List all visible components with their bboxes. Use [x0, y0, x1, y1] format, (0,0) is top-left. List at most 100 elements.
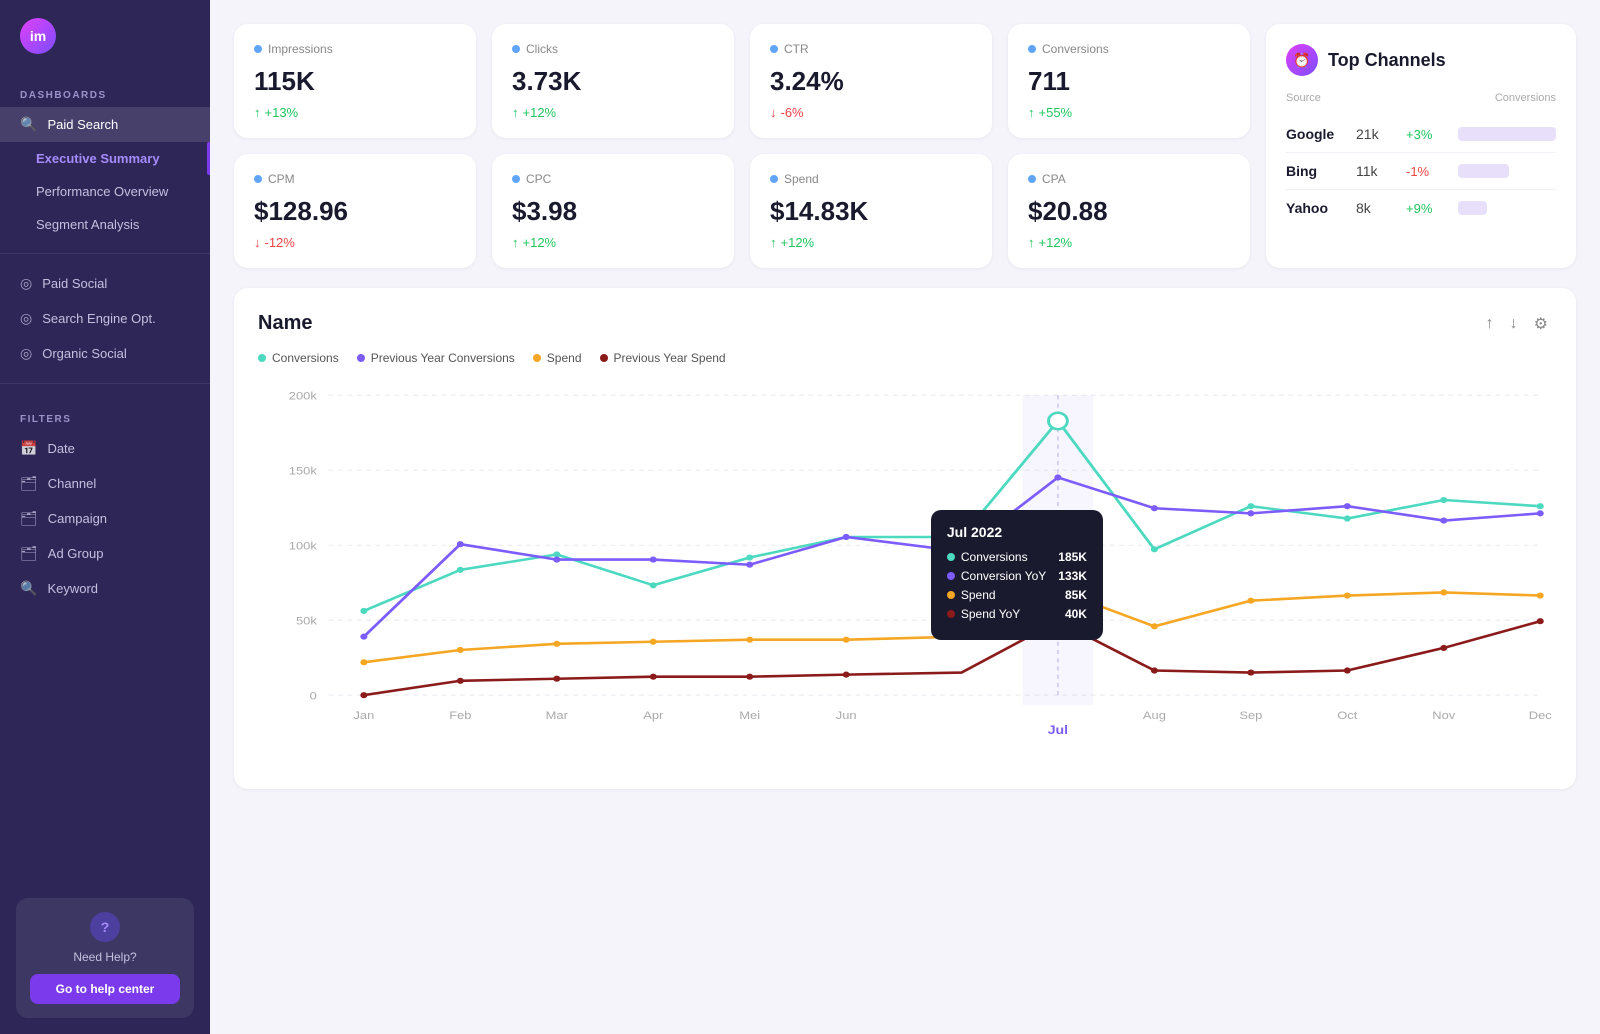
channel-row-yahoo: Yahoo 8k +9%: [1286, 190, 1556, 226]
channel-count: 11k: [1356, 163, 1396, 179]
ctr-value: 3.24%: [770, 66, 972, 97]
filter-label: Campaign: [48, 511, 107, 526]
channel-change: -1%: [1406, 164, 1448, 179]
up-arrow: ↑: [512, 105, 519, 120]
campaign-icon: 🗂: [20, 510, 38, 527]
channel-change: +9%: [1406, 201, 1448, 216]
sidebar-item-label: Segment Analysis: [36, 217, 139, 232]
sidebar-item-organic-social[interactable]: ◎ Organic Social: [0, 336, 210, 371]
sidebar-item-label: Paid Social: [42, 276, 107, 291]
up-arrow: ↑: [254, 105, 261, 120]
sidebar-item-paid-social[interactable]: ◎ Paid Social: [0, 266, 210, 301]
cpa-dot: [1028, 175, 1036, 183]
conversions-col-label: Conversions: [1495, 92, 1556, 104]
chart-title: Name: [258, 312, 1552, 335]
up-arrow: ↑: [770, 235, 777, 250]
clicks-change: ↑ +12%: [512, 105, 714, 120]
chart-download-button[interactable]: ↓: [1506, 312, 1522, 336]
cpm-dot: [254, 175, 262, 183]
sidebar-item-label: Executive Summary: [36, 151, 160, 166]
source-col-label: Source: [1286, 92, 1321, 104]
chart-upload-button[interactable]: ↑: [1482, 312, 1498, 336]
channel-bar-wrap: [1458, 127, 1556, 141]
logo-icon: im: [20, 18, 56, 54]
sidebar-item-search-engine-opt[interactable]: ◎ Search Engine Opt.: [0, 301, 210, 336]
svg-text:Sep: Sep: [1239, 709, 1262, 722]
legend-label: Previous Year Spend: [614, 351, 726, 365]
help-text: Need Help?: [30, 950, 180, 964]
chart-section: Name Conversions Previous Year Conversio…: [234, 288, 1576, 789]
ctr-label: CTR: [784, 42, 809, 56]
legend-dot: [600, 354, 608, 362]
legend-prev-spend: Previous Year Spend: [600, 351, 726, 365]
sidebar-bottom: ? Need Help? Go to help center: [0, 882, 210, 1034]
sidebar-filter-channel[interactable]: 🗂 Channel: [0, 466, 210, 501]
impressions-value: 115K: [254, 66, 456, 97]
active-bar: [207, 142, 210, 175]
clicks-label: Clicks: [526, 42, 558, 56]
ctr-change: ↓ -6%: [770, 105, 972, 120]
svg-text:Oct: Oct: [1337, 709, 1358, 722]
help-box: ? Need Help? Go to help center: [16, 898, 194, 1018]
sidebar-divider-2: [0, 383, 210, 384]
channel-bar: [1458, 201, 1487, 215]
cpa-change: ↑ +12%: [1028, 235, 1230, 250]
keyword-icon: 🔍: [20, 580, 37, 597]
sidebar-item-label: Organic Social: [42, 346, 127, 361]
sidebar: im DASHBOARDS 🔍 Paid Search Executive Su…: [0, 0, 210, 1034]
sidebar-filter-ad-group[interactable]: 🗂 Ad Group: [0, 536, 210, 571]
help-center-button[interactable]: Go to help center: [30, 974, 180, 1004]
spend-dot: [770, 175, 778, 183]
chart-container: 200k 150k 100k 50k 0 Jan Feb Mar Apr Mei…: [258, 385, 1552, 765]
channel-count: 21k: [1356, 126, 1396, 142]
up-arrow: ↑: [512, 235, 519, 250]
metric-spend: Spend $14.83K ↑ +12%: [750, 154, 992, 268]
legend-spend: Spend: [533, 351, 582, 365]
sidebar-filter-keyword[interactable]: 🔍 Keyword: [0, 571, 210, 606]
channel-name: Yahoo: [1286, 200, 1346, 216]
cpa-label: CPA: [1042, 172, 1066, 186]
chart-settings-button[interactable]: ⚙: [1530, 312, 1552, 336]
sidebar-item-performance-overview[interactable]: Performance Overview: [0, 175, 210, 208]
down-arrow: ↓: [254, 235, 261, 250]
legend-dot: [258, 354, 266, 362]
sidebar-item-label: Search Engine Opt.: [42, 311, 155, 326]
cpc-label: CPC: [526, 172, 551, 186]
sidebar-logo: im: [0, 0, 210, 72]
cpc-value: $3.98: [512, 196, 714, 227]
metric-cpa: CPA $20.88 ↑ +12%: [1008, 154, 1250, 268]
legend-dot: [357, 354, 365, 362]
filter-label: Keyword: [47, 581, 98, 596]
paid-search-icon: 🔍: [20, 116, 37, 133]
top-channels-card: ⏰ Top Channels Source Conversions Google…: [1266, 24, 1576, 268]
sidebar-filter-campaign[interactable]: 🗂 Campaign: [0, 501, 210, 536]
channel-bar: [1458, 164, 1509, 178]
clicks-value: 3.73K: [512, 66, 714, 97]
metric-cpc: CPC $3.98 ↑ +12%: [492, 154, 734, 268]
conversions-value: 711: [1028, 66, 1230, 97]
svg-text:Nov: Nov: [1432, 709, 1456, 722]
main-content: Impressions 115K ↑ +13% Clicks 3.73K: [210, 0, 1600, 1034]
svg-text:Dec: Dec: [1529, 709, 1552, 722]
svg-text:50k: 50k: [296, 614, 318, 627]
channel-row-bing: Bing 11k -1%: [1286, 153, 1556, 190]
channel-change: +3%: [1406, 127, 1448, 142]
metric-cpm: CPM $128.96 ↓ -12%: [234, 154, 476, 268]
channels-icon: ⏰: [1286, 44, 1318, 76]
sidebar-item-paid-search[interactable]: 🔍 Paid Search: [0, 107, 210, 142]
ctr-dot: [770, 45, 778, 53]
top-section: Impressions 115K ↑ +13% Clicks 3.73K: [234, 24, 1576, 268]
sidebar-filter-date[interactable]: 📅 Date: [0, 431, 210, 466]
cpa-value: $20.88: [1028, 196, 1230, 227]
svg-text:Aug: Aug: [1143, 709, 1166, 722]
chart-legend: Conversions Previous Year Conversions Sp…: [258, 351, 1552, 365]
svg-text:Jan: Jan: [353, 709, 374, 722]
channel-name: Bing: [1286, 163, 1346, 179]
date-icon: 📅: [20, 440, 37, 457]
cpm-change: ↓ -12%: [254, 235, 456, 250]
chart-actions: ↑ ↓ ⚙: [1482, 312, 1552, 336]
sidebar-item-executive-summary[interactable]: Executive Summary: [0, 142, 210, 175]
sidebar-item-segment-analysis[interactable]: Segment Analysis: [0, 208, 210, 241]
impressions-dot: [254, 45, 262, 53]
metric-impressions: Impressions 115K ↑ +13%: [234, 24, 476, 138]
